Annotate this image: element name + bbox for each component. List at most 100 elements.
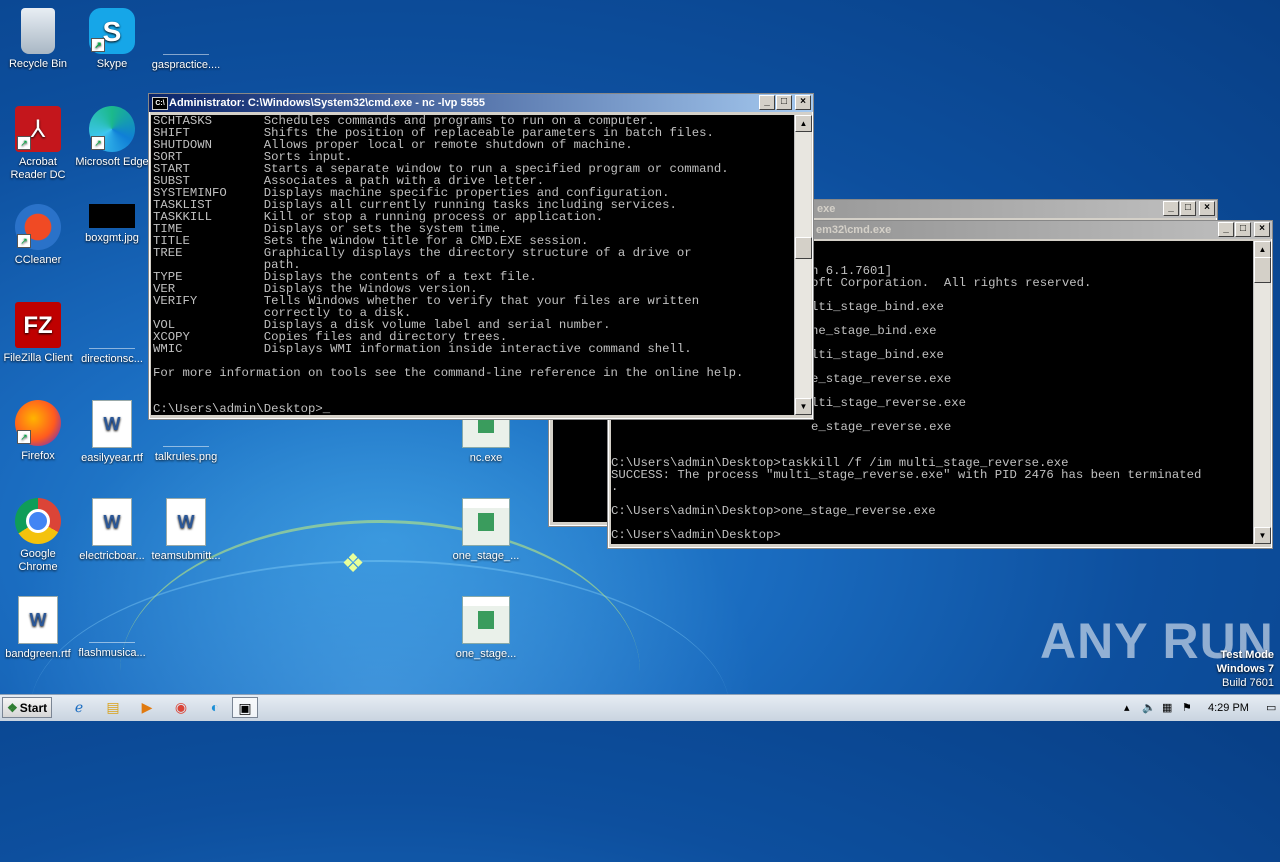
filezilla-icon: FZ <box>15 302 61 348</box>
console-line: C:\Users\admin\Desktop>one_stage_reverse… <box>611 504 936 518</box>
firefox-icon: ↗ <box>15 400 61 446</box>
test-mode-notice: Test Mode Windows 7 Build 7601 <box>1217 648 1274 690</box>
start-button[interactable]: ❖ Start <box>2 697 52 718</box>
close-button[interactable]: × <box>1199 201 1215 216</box>
console-line: WMIC Displays WMI information inside int… <box>153 342 692 356</box>
console-line: SUCCESS: The process "multi_stage_revers… <box>611 468 1202 482</box>
desktop-icon-label: talkrules.png <box>154 451 218 463</box>
maximize-button[interactable]: □ <box>1180 201 1196 216</box>
test-mode-label: Test Mode <box>1220 649 1274 661</box>
desktop-icon-firefox[interactable]: ↗ Firefox <box>0 400 76 463</box>
desktop-icon-recycle-bin[interactable]: Recycle Bin <box>0 8 76 71</box>
taskbar-media-player-icon[interactable]: ▶ <box>134 697 160 718</box>
shortcut-arrow-icon: ↗ <box>17 430 31 444</box>
desktop-icon-flashmusica[interactable]: flashmusica... <box>74 596 150 660</box>
close-button[interactable]: × <box>1254 222 1270 237</box>
word-doc-icon: W <box>92 498 132 546</box>
skype-icon: S ↗ <box>89 8 135 54</box>
show-hidden-icons-icon[interactable]: ▴ <box>1124 695 1130 721</box>
desktop-icon-label: one_stage_... <box>452 550 520 562</box>
windows-flag-logo: ❖ <box>341 548 365 578</box>
console-output[interactable]: SCHTASKS Schedules commands and programs… <box>151 115 796 415</box>
desktop-icon-label: Microsoft Edge <box>75 156 149 168</box>
taskbar-chrome-icon[interactable]: ◉ <box>168 697 194 718</box>
desktop-icon-label: electricboar... <box>79 550 145 562</box>
system-tray: ▴ 🔈 ▦ ⚑ 4:29 PM ▭ <box>1120 695 1280 721</box>
desktop-icon-boxgmt[interactable]: boxgmt.jpg <box>74 204 150 245</box>
console-line: e_stage_reverse.exe <box>811 372 952 386</box>
cmd-window-main[interactable]: C:\ Administrator: C:\Windows\System32\c… <box>148 93 814 420</box>
console-line: oft Corporation. All rights reserved. <box>811 276 1092 290</box>
console-line: e_stage_reverse.exe <box>811 420 952 434</box>
desktop-icon-label: teamsubmitt... <box>151 550 221 562</box>
minimize-button[interactable]: _ <box>1163 201 1179 216</box>
maximize-button[interactable]: □ <box>1235 222 1251 237</box>
desktop-icon-label: Acrobat Reader DC <box>10 156 66 181</box>
taskbar-ie-icon[interactable]: ℯ <box>66 697 92 718</box>
scroll-thumb[interactable] <box>1254 257 1271 283</box>
desktop-icon-easilyyear[interactable]: W easilyyear.rtf <box>74 400 150 465</box>
vertical-scrollbar[interactable]: ▲ ▼ <box>1253 241 1271 544</box>
network-icon[interactable]: ▦ <box>1162 695 1172 721</box>
desktop-icon-one-stage-2[interactable]: one_stage... <box>448 596 524 661</box>
desktop-icon-label: Recycle Bin <box>8 58 68 70</box>
desktop-icon-chrome[interactable]: Google Chrome <box>0 498 76 574</box>
word-doc-icon: W <box>92 400 132 448</box>
minimize-button[interactable]: _ <box>759 95 775 110</box>
taskbar: ❖ Start ℯ ▤ ▶ ◉ ◐ ▣ ▴ 🔈 ▦ ⚑ 4:29 PM ▭ <box>0 694 1280 721</box>
shortcut-arrow-icon: ↗ <box>91 38 105 52</box>
scroll-down-arrow-icon[interactable]: ▼ <box>1254 527 1271 544</box>
taskbar-cmd-icon[interactable]: ▣ <box>232 697 258 718</box>
desktop-icon-ccleaner[interactable]: ↗ CCleaner <box>0 204 76 267</box>
window-title: em32\cmd.exe <box>816 224 892 236</box>
exe-icon <box>462 498 510 546</box>
minimize-button[interactable]: _ <box>1218 222 1234 237</box>
desktop-icon-label: nc.exe <box>469 452 503 464</box>
desktop-icon-directionsc[interactable]: directionsc... <box>74 302 150 366</box>
window-title: exe <box>817 203 836 215</box>
window-controls: _ □ × <box>758 95 811 110</box>
desktop-icon-gaspractice[interactable]: gaspractice.... <box>148 8 224 72</box>
scroll-thumb[interactable] <box>795 237 812 259</box>
scroll-down-arrow-icon[interactable]: ▼ <box>795 398 812 415</box>
console-line: lti_stage_reverse.exe <box>811 396 966 410</box>
exe-icon <box>462 596 510 644</box>
file-icon <box>89 302 135 349</box>
taskbar-edge-icon[interactable]: ◐ <box>202 697 228 718</box>
shortcut-arrow-icon: ↗ <box>17 234 31 248</box>
show-desktop-icon[interactable]: ▭ <box>1266 695 1276 721</box>
desktop-icon-label: FileZilla Client <box>3 352 73 364</box>
file-icon <box>89 596 135 643</box>
desktop-icon-label: Google Chrome <box>18 548 58 573</box>
shortcut-arrow-icon: ↗ <box>17 136 31 150</box>
windows-flag-icon: ❖ <box>7 701 18 715</box>
wallpaper-arc <box>120 520 640 823</box>
close-button[interactable]: × <box>795 95 811 110</box>
taskbar-explorer-icon[interactable]: ▤ <box>100 697 126 718</box>
build-label: Build 7601 <box>1222 677 1274 689</box>
os-label: Windows 7 <box>1216 663 1274 675</box>
window-titlebar[interactable]: C:\ Administrator: C:\Windows\System32\c… <box>149 94 813 112</box>
desktop-icon-skype[interactable]: S ↗ Skype <box>74 8 150 71</box>
volume-icon[interactable]: 🔈 <box>1142 695 1156 721</box>
desktop-icon-label: boxgmt.jpg <box>85 232 139 244</box>
maximize-button[interactable]: □ <box>776 95 792 110</box>
desktop-icon-one-stage-1[interactable]: one_stage_... <box>448 498 524 563</box>
desktop-icon-acrobat[interactable]: ⅄ ↗ Acrobat Reader DC <box>0 106 76 182</box>
desktop-icon-bandgreen[interactable]: W bandgreen.rtf <box>0 596 76 661</box>
clock[interactable]: 4:29 PM <box>1208 695 1249 721</box>
vertical-scrollbar[interactable]: ▲ ▼ <box>794 115 812 415</box>
desktop-icon-edge[interactable]: ↗ Microsoft Edge <box>74 106 150 169</box>
desktop-icon-label: gaspractice.... <box>151 59 221 71</box>
scroll-up-arrow-icon[interactable]: ▲ <box>1254 241 1271 258</box>
desktop-icon-label: directionsc... <box>81 353 143 365</box>
word-doc-icon: W <box>166 498 206 546</box>
desktop-icon-electricboar[interactable]: W electricboar... <box>74 498 150 563</box>
desktop-icon-teamsubmitt[interactable]: W teamsubmitt... <box>148 498 224 563</box>
scroll-up-arrow-icon[interactable]: ▲ <box>795 115 812 132</box>
flag-notification-icon[interactable]: ⚑ <box>1182 695 1192 721</box>
desktop-icon-label: one_stage... <box>455 648 517 660</box>
desktop-icon-filezilla[interactable]: FZ FileZilla Client <box>0 302 76 365</box>
file-icon <box>163 8 209 55</box>
